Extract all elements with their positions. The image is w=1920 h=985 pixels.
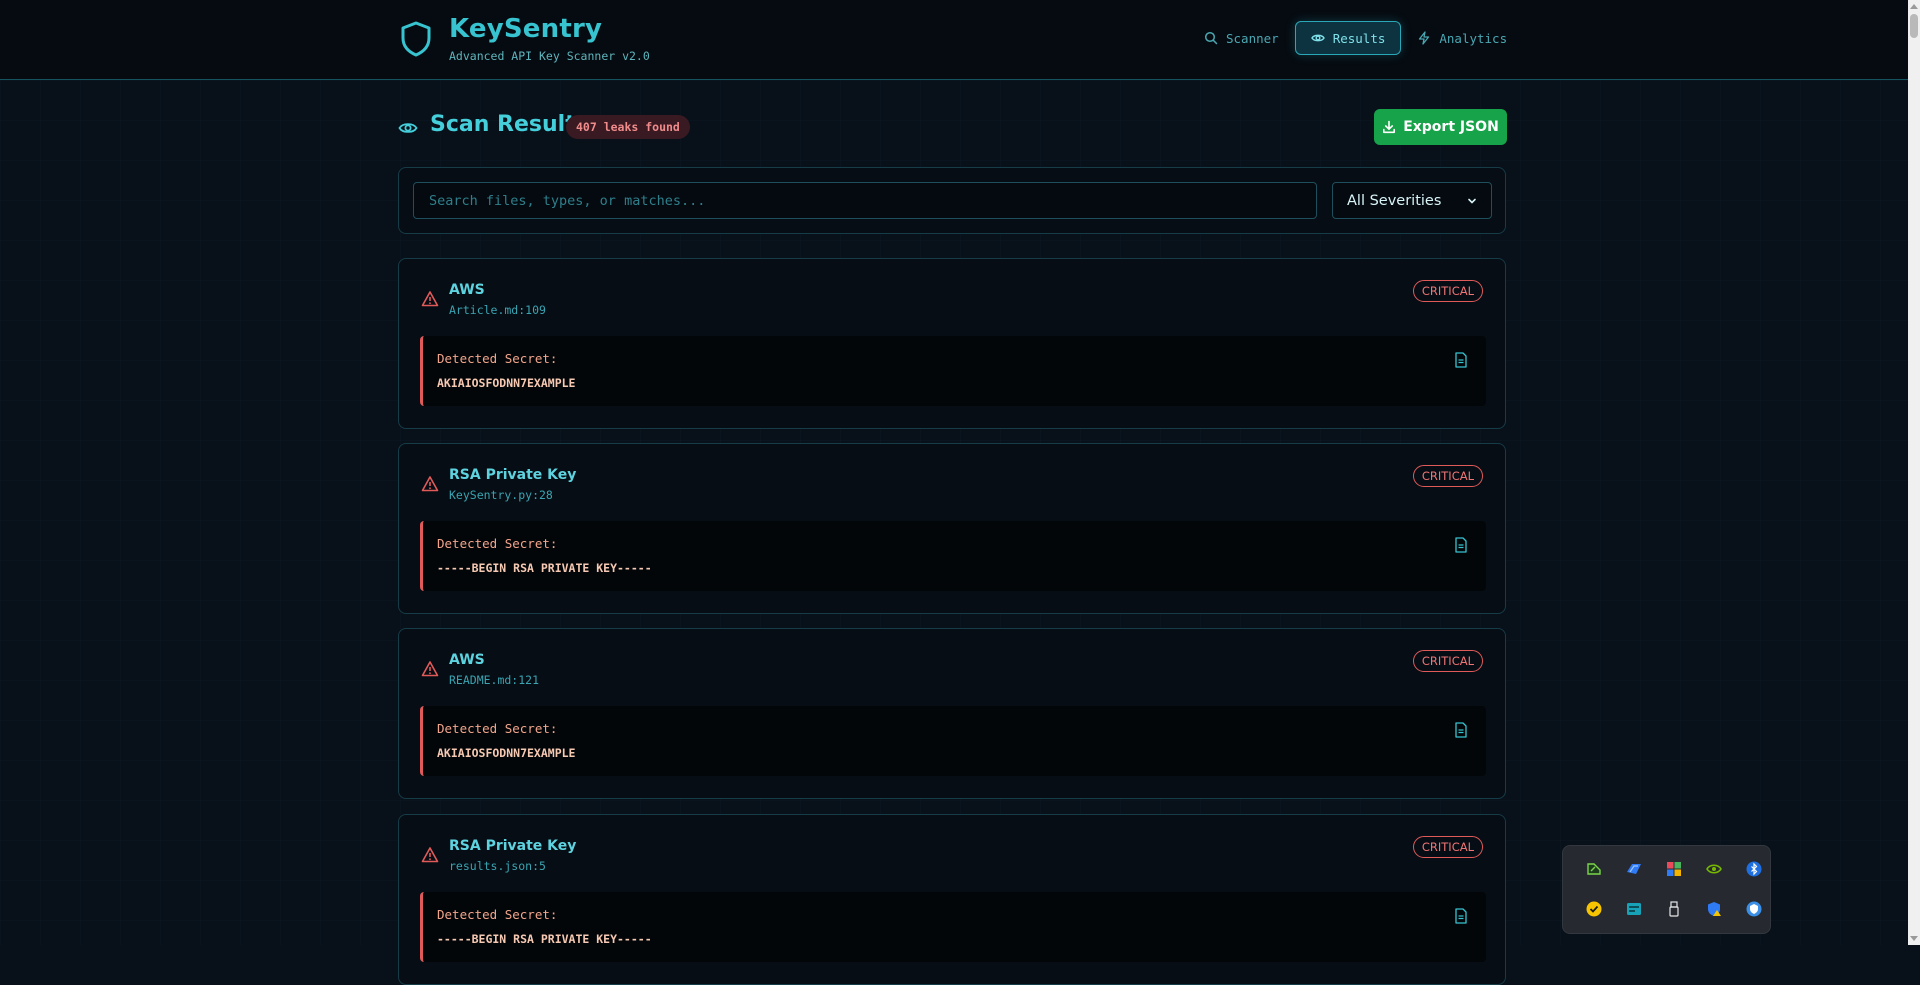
system-tray-popup xyxy=(1562,845,1771,934)
result-file-ref[interactable]: Article.md:109 xyxy=(449,303,546,317)
severity-badge: CRITICAL xyxy=(1412,836,1483,858)
result-card: RSA Private Key KeySentry.py:28 CRITICAL… xyxy=(398,443,1506,614)
bluetooth-icon[interactable] xyxy=(1745,860,1763,878)
secret-label: Detected Secret: xyxy=(437,351,558,366)
download-icon xyxy=(1383,120,1396,134)
result-card: AWS README.md:121 CRITICAL Detected Secr… xyxy=(398,628,1506,799)
document-icon[interactable] xyxy=(1454,537,1468,553)
secret-box: Detected Secret: AKIAIOSFODNN7EXAMPLE xyxy=(420,336,1486,406)
nav-scanner[interactable]: Scanner xyxy=(1188,21,1295,55)
secret-label: Detected Secret: xyxy=(437,721,558,736)
secret-box: Detected Secret: -----BEGIN RSA PRIVATE … xyxy=(420,892,1486,962)
warning-icon xyxy=(421,661,439,677)
shield-icon xyxy=(401,21,431,57)
export-json-label: Export JSON xyxy=(1403,119,1499,135)
search-icon xyxy=(1204,31,1218,45)
chevron-down-icon xyxy=(1468,198,1476,204)
security-warning-icon[interactable] xyxy=(1705,900,1723,918)
nav-results[interactable]: Results xyxy=(1294,21,1402,55)
scroll-down-arrow-icon[interactable] xyxy=(1910,936,1918,941)
result-key-type: RSA Private Key xyxy=(449,838,577,854)
severity-select[interactable]: All Severities xyxy=(1332,182,1492,219)
secret-label: Detected Secret: xyxy=(437,907,558,922)
nvidia-icon[interactable] xyxy=(1705,860,1723,878)
nav-analytics[interactable]: Analytics xyxy=(1401,21,1523,55)
app-subtitle: Advanced API Key Scanner v2.0 xyxy=(449,49,650,63)
bolt-icon xyxy=(1419,31,1430,45)
document-icon[interactable] xyxy=(1454,352,1468,368)
security-app-icon[interactable] xyxy=(1745,900,1763,918)
page-title: Scan Results xyxy=(430,112,589,137)
azure-devops-icon[interactable] xyxy=(1625,860,1643,878)
usb-eject-icon[interactable] xyxy=(1665,900,1683,918)
severity-select-value: All Severities xyxy=(1347,192,1442,209)
scrollbar-thumb[interactable] xyxy=(1910,14,1918,38)
page-scrollbar[interactable] xyxy=(1908,0,1920,945)
norton-icon[interactable] xyxy=(1585,900,1603,918)
result-key-type: AWS xyxy=(449,652,485,668)
dev-tool-icon[interactable] xyxy=(1585,860,1603,878)
secret-value: AKIAIOSFODNN7EXAMPLE xyxy=(437,746,576,760)
result-key-type: RSA Private Key xyxy=(449,467,577,483)
nav-analytics-label: Analytics xyxy=(1439,30,1508,46)
result-key-type: AWS xyxy=(449,282,485,298)
result-card: AWS Article.md:109 CRITICAL Detected Sec… xyxy=(398,258,1506,429)
secret-box: Detected Secret: -----BEGIN RSA PRIVATE … xyxy=(420,521,1486,591)
severity-badge: CRITICAL xyxy=(1412,280,1483,302)
severity-badge: CRITICAL xyxy=(1412,465,1483,487)
result-file-ref[interactable]: KeySentry.py:28 xyxy=(449,488,553,502)
secret-box: Detected Secret: AKIAIOSFODNN7EXAMPLE xyxy=(420,706,1486,776)
result-file-ref[interactable]: results.json:5 xyxy=(449,859,546,873)
secret-value: AKIAIOSFODNN7EXAMPLE xyxy=(437,376,576,390)
secret-value: -----BEGIN RSA PRIVATE KEY----- xyxy=(437,932,652,946)
document-icon[interactable] xyxy=(1454,722,1468,738)
search-input[interactable] xyxy=(413,182,1317,219)
warning-icon xyxy=(421,847,439,863)
scroll-up-arrow-icon[interactable] xyxy=(1910,4,1918,9)
secret-label: Detected Secret: xyxy=(437,536,558,551)
warning-icon xyxy=(421,291,439,307)
main-nav: Scanner Results Analytics xyxy=(1188,21,1523,57)
severity-badge: CRITICAL xyxy=(1412,650,1483,672)
color-app-icon[interactable] xyxy=(1665,860,1683,878)
eye-icon xyxy=(1310,34,1325,42)
document-icon[interactable] xyxy=(1454,908,1468,924)
result-card: RSA Private Key results.json:5 CRITICAL … xyxy=(398,814,1506,985)
warning-icon xyxy=(421,476,439,492)
filter-panel: All Severities xyxy=(398,167,1506,234)
display-app-icon[interactable] xyxy=(1625,900,1643,918)
leaks-count-badge: 407 leaks found xyxy=(566,115,690,139)
nav-results-label: Results xyxy=(1332,30,1386,46)
app-title: KeySentry xyxy=(449,14,603,44)
eye-icon xyxy=(398,123,418,133)
result-file-ref[interactable]: README.md:121 xyxy=(449,673,539,687)
nav-scanner-label: Scanner xyxy=(1226,30,1279,46)
export-json-button[interactable]: Export JSON xyxy=(1374,109,1507,145)
secret-value: -----BEGIN RSA PRIVATE KEY----- xyxy=(437,561,652,575)
app-header: KeySentry Advanced API Key Scanner v2.0 … xyxy=(0,0,1908,80)
